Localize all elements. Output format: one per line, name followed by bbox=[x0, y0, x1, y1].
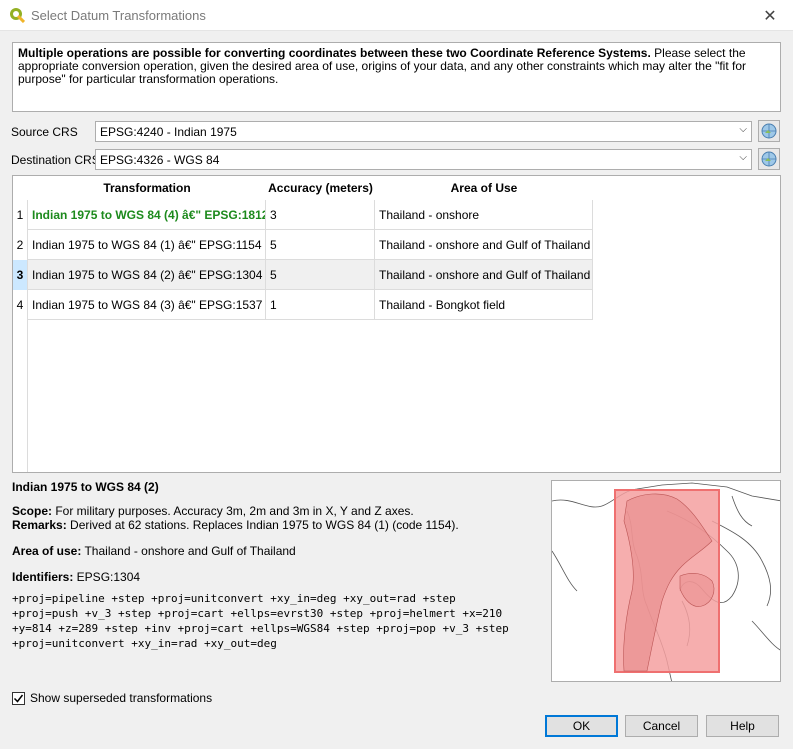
scope-label: Scope: bbox=[12, 504, 53, 518]
cell-accuracy[interactable]: 3 bbox=[266, 200, 375, 230]
header-transformation[interactable]: Transformation bbox=[28, 176, 266, 200]
row-number[interactable]: 1 bbox=[13, 200, 28, 230]
header-area-of-use[interactable]: Area of Use bbox=[375, 176, 593, 200]
details-identifiers: Identifiers: EPSG:1304 bbox=[12, 570, 542, 584]
cell-transformation[interactable]: Indian 1975 to WGS 84 (2) â€" EPSG:1304 bbox=[28, 260, 266, 290]
source-crs-select-button[interactable] bbox=[758, 120, 780, 142]
show-superseded-label[interactable]: Show superseded transformations bbox=[30, 691, 212, 705]
source-crs-label: Source CRS bbox=[11, 125, 78, 139]
area-of-use-map bbox=[551, 480, 781, 682]
area-label: Area of use: bbox=[12, 544, 82, 558]
proj-line: +proj=push +v_3 +step +proj=cart +ellps=… bbox=[12, 607, 503, 620]
proj-pipeline: +proj=pipeline +step +proj=unitconvert +… bbox=[12, 591, 542, 651]
info-message: Multiple operations are possible for con… bbox=[12, 42, 781, 112]
qgis-logo-icon bbox=[10, 8, 25, 23]
source-crs-value: EPSG:4240 - Indian 1975 bbox=[100, 125, 237, 139]
cell-accuracy[interactable]: 5 bbox=[266, 260, 375, 290]
proj-line: +y=814 +z=289 +step +inv +proj=cart +ell… bbox=[12, 622, 509, 635]
remarks-text: Derived at 62 stations. Replaces Indian … bbox=[66, 518, 459, 532]
row-number[interactable]: 3 bbox=[13, 260, 28, 290]
row-header-gutter bbox=[13, 320, 28, 472]
globe-icon bbox=[761, 123, 777, 139]
row-number[interactable]: 2 bbox=[13, 230, 28, 260]
ok-button[interactable]: OK bbox=[545, 715, 618, 737]
window-title: Select Datum Transformations bbox=[31, 8, 206, 23]
cancel-button[interactable]: Cancel bbox=[625, 715, 698, 737]
details-scope: Scope: For military purposes. Accuracy 3… bbox=[12, 504, 542, 518]
show-superseded-checkbox[interactable] bbox=[12, 691, 25, 705]
transformations-table[interactable]: Transformation Accuracy (meters) Area of… bbox=[12, 175, 781, 473]
details-area: Area of use: Thailand - onshore and Gulf… bbox=[12, 544, 542, 558]
close-button[interactable]: ✕ bbox=[747, 0, 793, 31]
info-bold-text: Multiple operations are possible for con… bbox=[18, 46, 651, 60]
cell-area[interactable]: Thailand - onshore and Gulf of Thailand bbox=[375, 260, 593, 290]
checkmark-icon bbox=[13, 694, 24, 703]
identifiers-label: Identifiers: bbox=[12, 570, 74, 584]
header-accuracy[interactable]: Accuracy (meters) bbox=[266, 176, 375, 200]
source-crs-combo[interactable]: EPSG:4240 - Indian 1975 ⌵ bbox=[95, 121, 752, 142]
details-remarks: Remarks: Derived at 62 stations. Replace… bbox=[12, 518, 542, 532]
map-canvas bbox=[552, 482, 780, 681]
destination-crs-value: EPSG:4326 - WGS 84 bbox=[100, 153, 220, 167]
area-text: Thailand - onshore and Gulf of Thailand bbox=[81, 544, 296, 558]
cell-transformation[interactable]: Indian 1975 to WGS 84 (4) â€" EPSG:1812 bbox=[28, 200, 266, 230]
identifiers-text: EPSG:1304 bbox=[73, 570, 141, 584]
row-number[interactable]: 4 bbox=[13, 290, 28, 320]
globe-icon bbox=[761, 151, 777, 167]
proj-line: +proj=unitconvert +xy_in=rad +xy_out=deg bbox=[12, 637, 277, 650]
chevron-down-icon: ⌵ bbox=[739, 152, 747, 163]
show-superseded-checkbox-row[interactable]: Show superseded transformations bbox=[12, 690, 212, 706]
chevron-down-icon: ⌵ bbox=[739, 124, 747, 135]
details-title: Indian 1975 to WGS 84 (2) bbox=[12, 480, 159, 494]
cell-accuracy[interactable]: 5 bbox=[266, 230, 375, 260]
scope-text: For military purposes. Accuracy 3m, 2m a… bbox=[52, 504, 414, 518]
close-icon: ✕ bbox=[763, 7, 777, 25]
proj-line: +proj=pipeline +step +proj=unitconvert +… bbox=[12, 592, 456, 605]
cell-transformation[interactable]: Indian 1975 to WGS 84 (3) â€" EPSG:1537 bbox=[28, 290, 266, 320]
destination-crs-combo[interactable]: EPSG:4326 - WGS 84 ⌵ bbox=[95, 149, 752, 170]
help-button[interactable]: Help bbox=[706, 715, 779, 737]
transformation-details: Indian 1975 to WGS 84 (2) Scope: For mil… bbox=[12, 480, 542, 651]
cell-area[interactable]: Thailand - onshore bbox=[375, 200, 593, 230]
cell-area[interactable]: Thailand - onshore and Gulf of Thailand bbox=[375, 230, 593, 260]
title-bar: Select Datum Transformations ✕ bbox=[0, 0, 793, 31]
destination-crs-select-button[interactable] bbox=[758, 148, 780, 170]
cell-area[interactable]: Thailand - Bongkot field bbox=[375, 290, 593, 320]
remarks-label: Remarks: bbox=[12, 518, 67, 532]
destination-crs-label: Destination CRS bbox=[11, 153, 100, 167]
cell-transformation[interactable]: Indian 1975 to WGS 84 (1) â€" EPSG:1154 bbox=[28, 230, 266, 260]
cell-accuracy[interactable]: 1 bbox=[266, 290, 375, 320]
